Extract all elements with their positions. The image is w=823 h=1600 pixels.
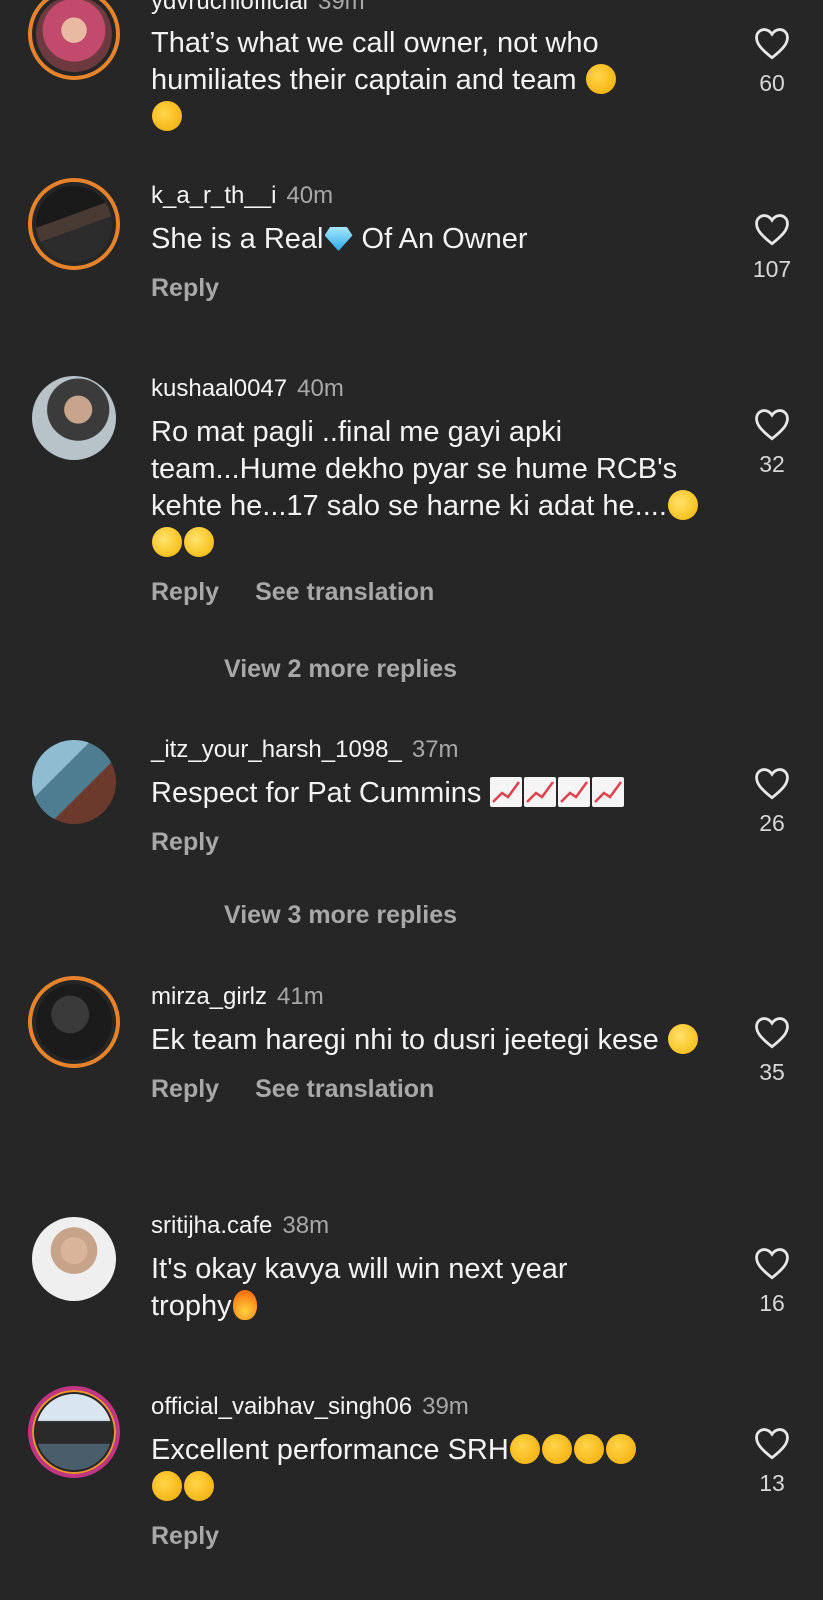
clapping-hands-emoji [152, 1471, 182, 1501]
avatar[interactable] [28, 1213, 120, 1305]
heart-outline-icon [755, 768, 789, 800]
heart-outline-icon [755, 1248, 789, 1280]
avatar[interactable] [28, 372, 120, 464]
diamond-emoji [324, 227, 353, 251]
see-translation-button[interactable]: See translation [255, 578, 434, 606]
comment-body: She is a Real [151, 223, 324, 255]
comment-body: Excellent performance SRH [151, 1434, 509, 1466]
clapping-hands-emoji [152, 101, 182, 131]
reply-button[interactable]: Reply [151, 828, 219, 856]
like-count: 107 [752, 256, 792, 282]
chart-increasing-emoji [592, 777, 625, 807]
like-count: 13 [759, 1470, 785, 1496]
username[interactable]: sritijha.cafe [151, 1212, 272, 1239]
comment-text: Ek team haregi nhi to dusri jeetegi kese [151, 1022, 711, 1059]
timestamp: 37m [411, 736, 459, 763]
clapping-hands-emoji [509, 1434, 540, 1464]
like-button[interactable]: 35 [744, 1015, 800, 1086]
like-button[interactable]: 60 [744, 26, 800, 97]
comment-text: Respect for Pat Cummins [151, 775, 711, 812]
comment-meta: kushaal0047 40m [151, 374, 711, 404]
comment-meta: sritijha.cafe 38m [151, 1211, 711, 1241]
like-count: 32 [759, 451, 785, 477]
comment-body: That’s what we call owner, not who humil… [151, 27, 599, 96]
clapping-hands-emoji [573, 1434, 604, 1464]
reply-button[interactable]: Reply [151, 578, 219, 606]
comment-meta: ydvruchiofficial 39m [151, 0, 711, 17]
like-button[interactable]: 16 [744, 1246, 800, 1317]
comment-actions: Reply [151, 274, 711, 303]
like-button[interactable]: 32 [744, 407, 800, 478]
comment-text: Excellent performance SRH [151, 1432, 711, 1506]
comment-text: It's okay kavya will win next year troph… [151, 1251, 651, 1325]
avatar[interactable] [28, 0, 120, 80]
clapping-hands-emoji [184, 1471, 214, 1501]
comment-body: It's okay kavya will win next year troph… [151, 1253, 568, 1322]
heart-outline-icon [755, 409, 789, 441]
sweat-smile-emoji [152, 527, 182, 557]
comment-body: Respect for Pat Cummins [151, 777, 482, 809]
like-button[interactable]: 13 [744, 1426, 800, 1497]
heart-outline-icon [755, 214, 789, 246]
avatar[interactable] [28, 1386, 120, 1478]
heart-outline-icon [755, 1017, 789, 1049]
comment-body-continued: Of An Owner [353, 223, 528, 255]
comment-actions: Reply See translation [151, 1075, 711, 1104]
chart-increasing-emoji [490, 777, 523, 807]
timestamp: 41m [277, 983, 324, 1010]
heart-outline-icon [755, 1428, 789, 1460]
timestamp: 39m [317, 0, 365, 15]
like-count: 26 [759, 810, 785, 836]
like-count: 35 [759, 1059, 785, 1085]
comment-meta: _itz_your_harsh_1098_ 37m [151, 735, 711, 765]
reply-button[interactable]: Reply [151, 1522, 219, 1550]
fire-emoji [232, 1290, 257, 1320]
comment-body: Ro mat pagli ..final me gayi apki team..… [151, 416, 678, 522]
view-more-replies[interactable]: View 3 more replies [224, 901, 457, 930]
clapping-hands-emoji [605, 1434, 636, 1464]
timestamp: 39m [422, 1393, 469, 1420]
comment-meta: mirza_girlz 41m [151, 982, 711, 1012]
reply-button[interactable]: Reply [151, 274, 219, 302]
clapping-hands-emoji [541, 1434, 572, 1464]
clapping-hands-emoji [585, 64, 616, 94]
avatar[interactable] [28, 178, 120, 270]
comment-meta: official_vaibhav_singh06 39m [151, 1392, 711, 1422]
heart-outline-icon [755, 28, 789, 60]
yawning-face-emoji [184, 527, 214, 557]
see-translation-button[interactable]: See translation [255, 1075, 434, 1103]
comment-text: That’s what we call owner, not who humil… [151, 25, 711, 136]
avatar[interactable] [28, 736, 120, 828]
username[interactable]: _itz_your_harsh_1098_ [151, 736, 402, 763]
chart-increasing-emoji [524, 777, 557, 807]
comment-text: She is a Real Of An Owner [151, 221, 711, 258]
comment-text: Ro mat pagli ..final me gayi apki team..… [151, 414, 711, 562]
username[interactable]: k_a_r_th__i [151, 182, 276, 209]
timestamp: 38m [282, 1212, 330, 1239]
username[interactable]: kushaal0047 [151, 375, 287, 402]
like-button[interactable]: 26 [744, 766, 800, 837]
comment-body: Ek team haregi nhi to dusri jeetegi kese [151, 1024, 659, 1056]
like-button[interactable]: 107 [744, 212, 800, 283]
username[interactable]: official_vaibhav_singh06 [151, 1393, 412, 1420]
crying-face-emoji [667, 1024, 698, 1054]
thinking-face-emoji [667, 490, 698, 520]
like-count: 60 [759, 70, 785, 96]
view-more-replies[interactable]: View 2 more replies [224, 655, 457, 684]
comment-actions: Reply [151, 1522, 711, 1551]
username[interactable]: ydvruchiofficial [151, 0, 308, 15]
comment-meta: k_a_r_th__i 40m [151, 181, 711, 211]
comment-actions: Reply [151, 828, 711, 857]
chart-increasing-emoji [558, 777, 591, 807]
avatar[interactable] [28, 976, 120, 1068]
like-count: 16 [759, 1290, 785, 1316]
timestamp: 40m [286, 182, 334, 209]
timestamp: 40m [297, 375, 344, 402]
username[interactable]: mirza_girlz [151, 983, 267, 1010]
reply-button[interactable]: Reply [151, 1075, 219, 1103]
comment-actions: Reply See translation [151, 578, 711, 607]
